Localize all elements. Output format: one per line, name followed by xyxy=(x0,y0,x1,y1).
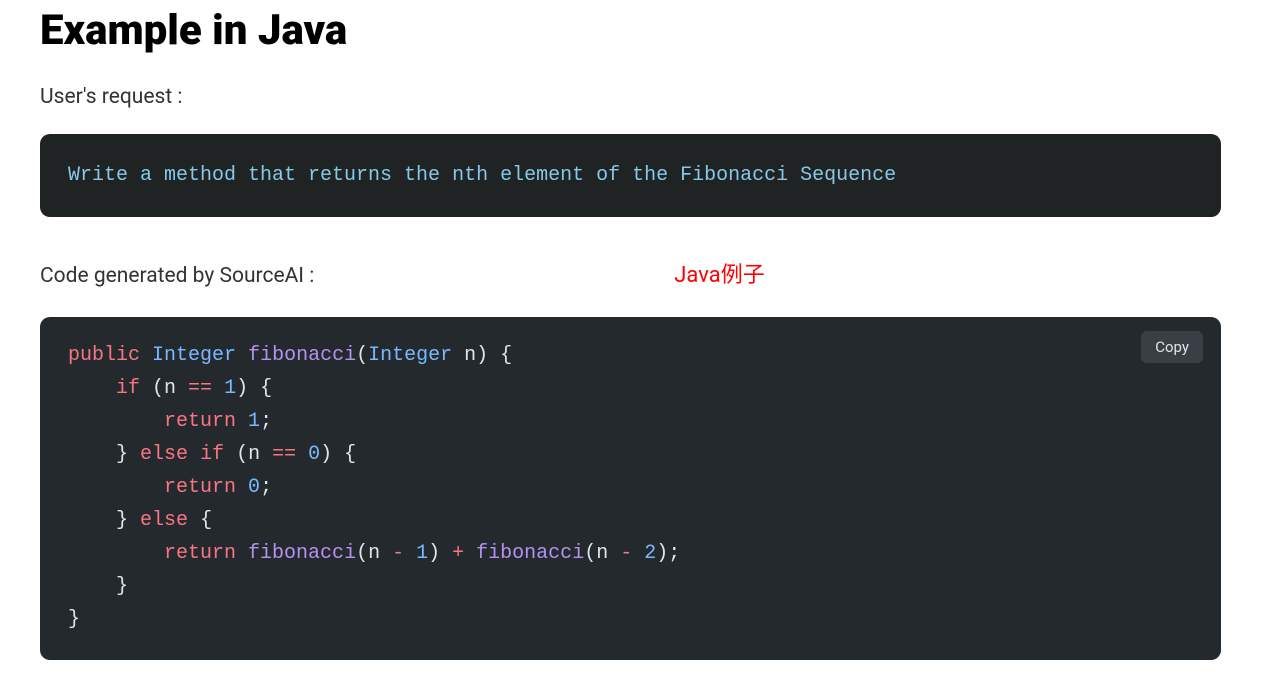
code-token: + xyxy=(440,542,476,565)
code-token xyxy=(188,443,200,466)
code-token: fibonacci xyxy=(476,542,584,565)
code-token xyxy=(236,410,248,433)
code-token: - xyxy=(392,542,404,565)
code-token xyxy=(68,509,116,532)
code-token xyxy=(236,476,248,499)
code-token xyxy=(68,542,164,565)
code-token xyxy=(296,443,308,466)
code-token: Integer xyxy=(368,344,452,367)
code-token: - xyxy=(620,542,632,565)
page-heading: Example in Java xyxy=(40,6,1221,55)
code-token: { xyxy=(488,344,512,367)
code-token: ); xyxy=(656,542,680,565)
code-token: (n xyxy=(356,542,392,565)
code-token xyxy=(128,443,140,466)
code-token: 1 xyxy=(248,410,260,433)
code-token: (n xyxy=(584,542,620,565)
code-token xyxy=(68,575,116,598)
code-token: ) { xyxy=(236,377,272,400)
code-token: ; xyxy=(260,410,272,433)
code-token: else xyxy=(140,509,188,532)
code-content: public Integer fibonacci(Integer n) { if… xyxy=(68,339,1193,636)
code-token: 1 xyxy=(416,542,428,565)
code-token: } xyxy=(116,575,128,598)
generated-label-row: Code generated by SourceAI : Java例子 xyxy=(40,257,1221,289)
code-token: 0 xyxy=(248,476,260,499)
code-token xyxy=(128,509,140,532)
code-token xyxy=(236,542,248,565)
code-token: else xyxy=(140,443,188,466)
code-token xyxy=(68,410,164,433)
code-token: if xyxy=(200,443,224,466)
code-token: return xyxy=(164,410,236,433)
code-token: if xyxy=(116,377,140,400)
code-token: } xyxy=(68,608,80,631)
annotation-text: Java例子 xyxy=(674,257,764,289)
code-token: fibonacci xyxy=(248,542,356,565)
code-token: return xyxy=(164,542,236,565)
code-token: ( xyxy=(356,344,368,367)
code-token: (n xyxy=(224,443,272,466)
code-token: } xyxy=(116,443,128,466)
generated-label: Code generated by SourceAI : xyxy=(40,264,314,288)
code-token: ) xyxy=(476,344,488,367)
code-token: Integer xyxy=(152,344,236,367)
code-box: Copy public Integer fibonacci(Integer n)… xyxy=(40,317,1221,660)
request-label: User's request : xyxy=(40,85,1221,109)
code-token: ) xyxy=(428,542,440,565)
code-token: ; xyxy=(260,476,272,499)
code-token xyxy=(68,476,164,499)
code-token xyxy=(632,542,644,565)
code-token xyxy=(404,542,416,565)
code-token: { xyxy=(188,509,212,532)
code-token: 0 xyxy=(308,443,320,466)
code-token: 1 xyxy=(224,377,236,400)
code-token: (n xyxy=(140,377,188,400)
request-box: Write a method that returns the nth elem… xyxy=(40,134,1221,217)
code-token: fibonacci xyxy=(248,344,356,367)
code-token xyxy=(68,443,116,466)
code-token: n xyxy=(452,344,476,367)
code-token: public xyxy=(68,344,140,367)
code-token: ) { xyxy=(320,443,356,466)
code-token: return xyxy=(164,476,236,499)
code-token: == xyxy=(188,377,212,400)
request-text: Write a method that returns the nth elem… xyxy=(68,164,1193,187)
code-token xyxy=(212,377,224,400)
code-token: == xyxy=(272,443,296,466)
code-token: 2 xyxy=(644,542,656,565)
copy-button[interactable]: Copy xyxy=(1141,331,1203,363)
code-token: } xyxy=(116,509,128,532)
code-token xyxy=(68,377,116,400)
